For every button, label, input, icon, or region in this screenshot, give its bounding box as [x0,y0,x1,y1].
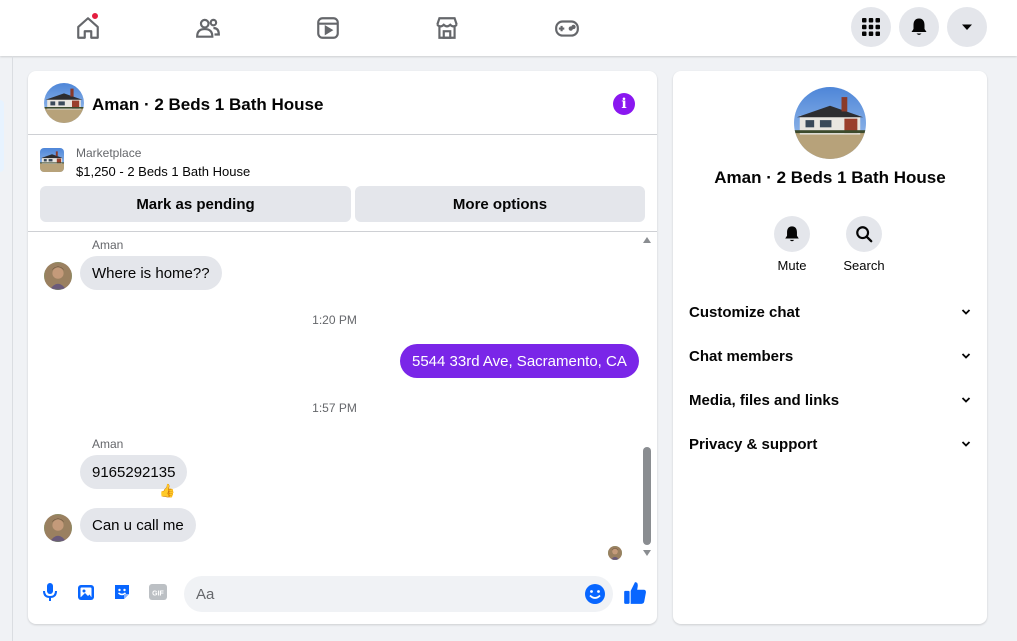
read-receipt-avatar [608,546,622,560]
emoji-icon[interactable] [584,583,606,605]
gif-icon[interactable]: GIF [146,580,170,604]
listing-source: Marketplace [76,146,142,160]
message-timestamp: 1:20 PM [312,313,357,327]
thumbs-up-icon[interactable] [622,580,648,606]
search-label: Search [843,258,885,273]
message-bubble-sent[interactable]: 5544 33rd Ave, Sacramento, CA [400,344,639,378]
chevron-down-icon [961,397,971,403]
search-button[interactable]: Search [834,216,894,273]
section-label: Chat members [689,347,794,365]
more-options-button[interactable]: More options [355,186,645,222]
search-icon [856,226,873,243]
customize-chat-section[interactable]: Customize chat [689,294,971,330]
sender-avatar[interactable] [44,514,72,542]
account-caret-icon [962,24,972,30]
message-list: Aman Where is home?? 1:20 PM 5544 33rd A… [28,233,657,564]
mute-button[interactable]: Mute [762,216,822,273]
message-composer: GIF [28,568,657,618]
message-sender: Aman [92,238,124,252]
menu-grid-icon [862,18,880,36]
message-bubble[interactable]: Where is home?? [80,256,222,290]
section-label: Customize chat [689,303,800,321]
conversation-title: Aman · 2 Beds 1 Bath House [714,168,946,187]
chat-members-section[interactable]: Chat members [689,338,971,374]
notification-dot [91,12,99,20]
sender-avatar[interactable] [44,262,72,290]
chat-header: Aman · 2 Beds 1 Bath House i [28,71,657,135]
info-icon[interactable]: i [613,93,635,115]
chevron-down-icon [961,353,971,359]
listing-price-title[interactable]: $1,250 - 2 Beds 1 Bath House [76,164,250,179]
notifications-button[interactable] [899,7,939,47]
scroll-down-arrow-icon[interactable] [643,550,651,556]
conversation-avatar[interactable] [794,87,866,159]
video-icon[interactable] [298,8,358,48]
friends-icon[interactable] [178,8,238,48]
account-menu-button[interactable] [947,7,987,47]
photo-icon[interactable] [74,580,98,604]
listing-banner: Marketplace $1,250 - 2 Beds 1 Bath House… [28,136,657,232]
gaming-icon[interactable] [537,8,597,48]
bell-icon [785,226,799,242]
section-label: Privacy & support [689,435,818,453]
sidebar-selected-indicator [0,100,4,172]
scrollbar-thumb[interactable] [643,447,651,545]
mark-as-pending-button[interactable]: Mark as pending [40,186,351,222]
chat-title[interactable]: Aman · 2 Beds 1 Bath House [92,95,323,115]
sticker-icon[interactable] [110,580,134,604]
media-files-links-section[interactable]: Media, files and links [689,382,971,418]
top-navigation-bar [0,0,1017,56]
section-label: Media, files and links [689,391,840,409]
thumbs-up-reaction-icon[interactable]: 👍 [159,483,175,499]
message-scrollbar[interactable] [640,233,654,564]
chevron-down-icon [961,309,971,315]
chat-panel: Aman · 2 Beds 1 Bath House i Marketplace… [28,71,657,624]
scroll-up-arrow-icon[interactable] [643,237,651,243]
privacy-support-section[interactable]: Privacy & support [689,426,971,462]
message-bubble[interactable]: Can u call me [80,508,196,542]
home-icon[interactable] [58,8,118,48]
svg-text:GIF: GIF [152,591,164,598]
chevron-down-icon [961,441,971,447]
microphone-icon[interactable] [38,580,62,604]
listing-thumbnail[interactable] [40,148,64,172]
chat-avatar[interactable] [44,83,84,123]
marketplace-icon[interactable] [417,8,477,48]
message-timestamp: 1:57 PM [312,401,357,415]
chat-details-panel: Aman · 2 Beds 1 Bath House Mute Search C… [673,71,987,624]
message-sender: Aman [92,437,124,451]
sidebar-divider [12,56,13,641]
message-input[interactable] [184,576,613,612]
bell-icon [911,18,927,35]
menu-grid-button[interactable] [851,7,891,47]
mute-label: Mute [777,258,807,273]
